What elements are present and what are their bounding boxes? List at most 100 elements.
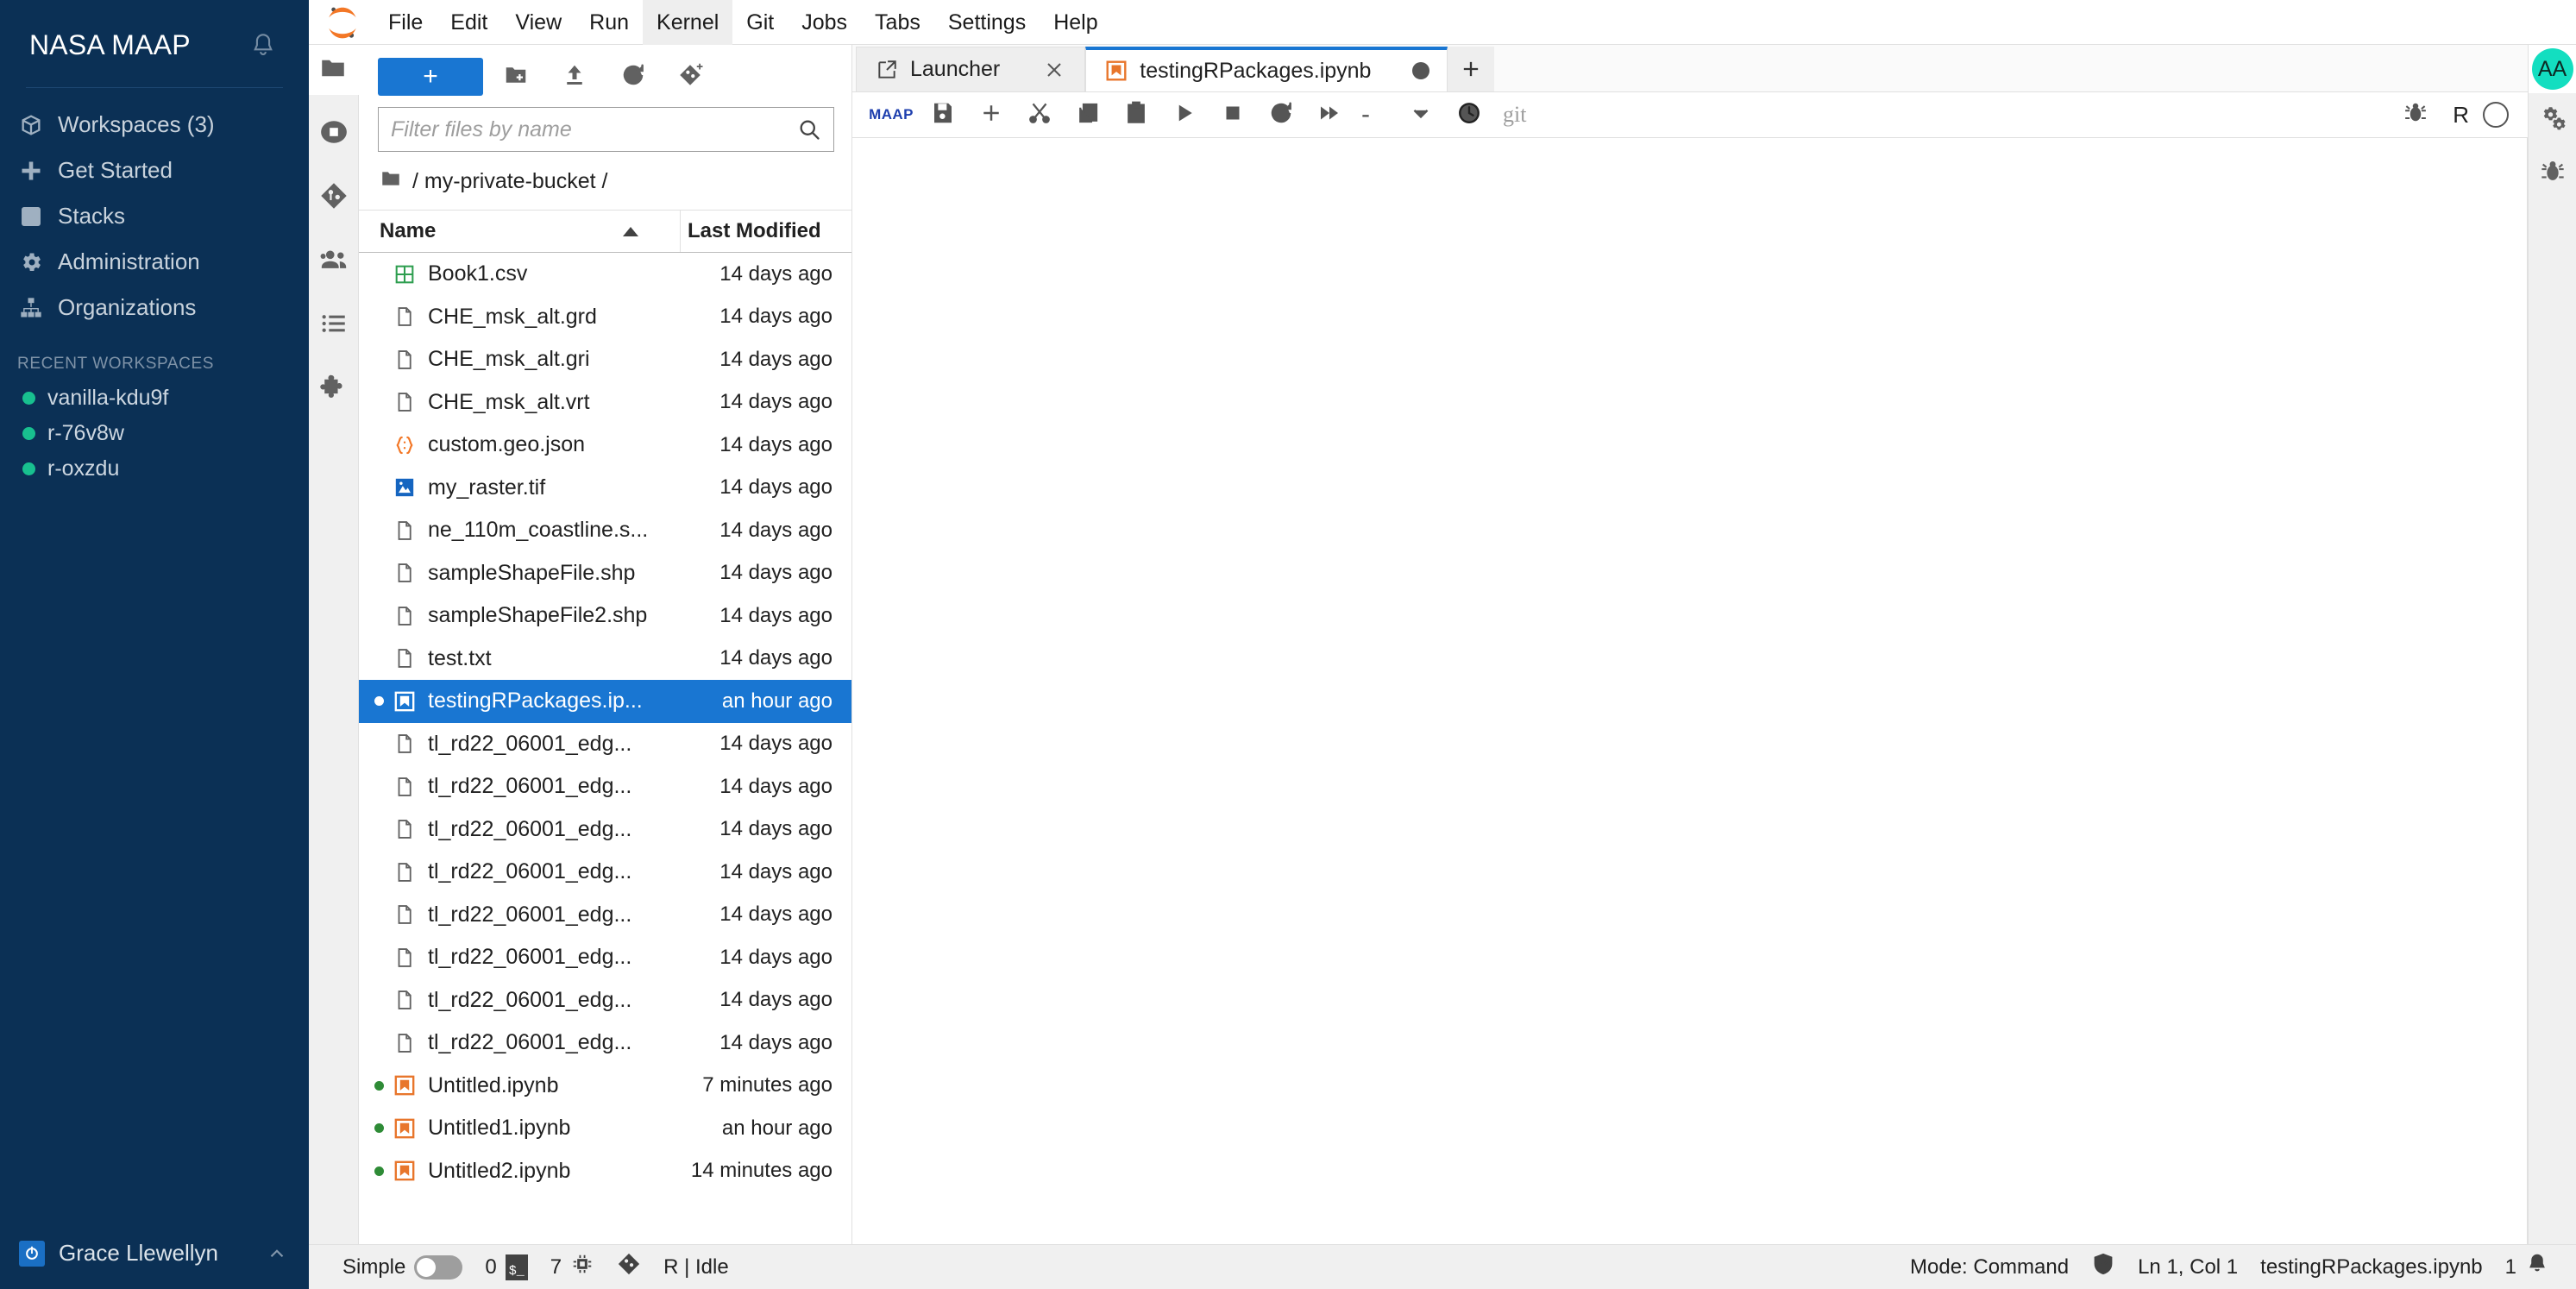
user-account-button[interactable]: Grace Llewellyn [0,1220,309,1289]
restart-and-run-all-button[interactable] [1306,94,1353,135]
file-row[interactable]: tl_rd22_06001_edg... 14 days ago [359,1022,851,1065]
menu-edit[interactable]: Edit [437,0,501,45]
recent-workspace-item[interactable]: r-oxzdu [0,451,309,487]
sidebar-tab-git[interactable] [309,173,359,223]
file-row[interactable]: tl_rd22_06001_edg... 14 days ago [359,723,851,766]
sidebar-item-workspaces[interactable]: Workspaces (3) [0,102,309,148]
kernel-name-label[interactable]: R [2444,102,2478,129]
fast-forward-icon [1316,100,1342,130]
file-row[interactable]: Untitled2.ipynb 14 minutes ago [359,1150,851,1193]
notebook-content-area[interactable] [852,138,2528,1244]
kernel-status-text[interactable]: R | Idle [652,1245,740,1289]
paste-cells-button[interactable] [1113,94,1159,135]
file-row[interactable]: ne_110m_coastline.s... 14 days ago [359,509,851,552]
restart-kernel-button[interactable] [1258,94,1304,135]
menu-run[interactable]: Run [575,0,643,45]
file-row[interactable]: CHE_msk_alt.vrt 14 days ago [359,381,851,424]
file-row[interactable]: tl_rd22_06001_edg... 14 days ago [359,851,851,894]
cell-type-dropdown-button[interactable] [1398,94,1444,135]
kernel-status-indicator[interactable] [2483,102,2509,128]
new-folder-button[interactable] [490,58,542,96]
file-row[interactable]: testingRPackages.ip... an hour ago [359,680,851,723]
trust-status[interactable] [2080,1245,2127,1289]
file-row[interactable]: custom.geo.json 14 days ago [359,424,851,467]
file-row[interactable]: sampleShapeFile2.shp 14 days ago [359,594,851,638]
sidebar-tab-table-of-contents[interactable] [309,300,359,350]
cursor-position-status[interactable]: Ln 1, Col 1 [2127,1245,2249,1289]
interrupt-kernel-button[interactable] [1209,94,1256,135]
file-row[interactable]: Untitled1.ipynb an hour ago [359,1107,851,1150]
menu-settings[interactable]: Settings [934,0,1040,45]
refresh-file-list-button[interactable] [607,58,659,96]
tab-launcher[interactable]: Launcher [856,47,1086,91]
notebook-mode-status[interactable]: Mode: Command [1899,1245,2080,1289]
notification-status[interactable]: 1 [2494,1245,2560,1289]
menu-help[interactable]: Help [1040,0,1111,45]
file-row[interactable]: tl_rd22_06001_edg... 14 days ago [359,765,851,808]
chevron-up-icon[interactable] [266,1242,288,1265]
file-name-status[interactable]: testingRPackages.ipynb [2249,1245,2493,1289]
sidebar-tab-collaboration[interactable] [309,236,359,286]
git-status[interactable] [606,1245,652,1289]
toggle-switch[interactable] [414,1254,463,1280]
column-header-name[interactable]: Name [359,211,681,252]
file-row[interactable]: Book1.csv 14 days ago [359,253,851,296]
file-list[interactable]: Book1.csv 14 days ago CHE_msk_alt.grd 14 da… [359,253,851,1244]
file-row[interactable]: tl_rd22_06001_edg... 14 days ago [359,936,851,979]
sidebar-item-organizations[interactable]: Organizations [0,285,309,330]
simple-interface-toggle[interactable]: Simple [331,1245,474,1289]
save-button[interactable] [920,94,966,135]
menu-jobs[interactable]: Jobs [788,0,861,45]
close-icon[interactable] [1041,57,1067,83]
menu-tabs[interactable]: Tabs [861,0,934,45]
cell-type-select[interactable]: - [1354,100,1377,129]
breadcrumb[interactable]: / my-private-bucket / [359,152,851,210]
menu-kernel[interactable]: Kernel [643,0,733,45]
avatar[interactable]: AA [2528,45,2576,93]
menu-view[interactable]: View [501,0,575,45]
file-row[interactable]: CHE_msk_alt.grd 14 days ago [359,296,851,339]
terminals-status[interactable]: 0 $_ [474,1245,538,1289]
sidebar-tab-extension-manager[interactable] [309,364,359,414]
search-icon[interactable] [797,117,833,141]
execution-history-button[interactable] [1446,94,1492,135]
filter-files-input[interactable] [379,116,797,142]
git-icon [617,1252,641,1282]
recent-workspace-item[interactable]: vanilla-kdu9f [0,380,309,416]
new-git-repo-button[interactable] [666,58,718,96]
file-row[interactable]: tl_rd22_06001_edg... 14 days ago [359,979,851,1022]
file-row[interactable]: Untitled.ipynb 7 minutes ago [359,1065,851,1108]
copy-cells-button[interactable] [1065,94,1111,135]
add-tab-button[interactable] [1448,47,1495,91]
file-row[interactable]: tl_rd22_06001_edg... 14 days ago [359,894,851,937]
menu-file[interactable]: File [374,0,437,45]
cut-cells-button[interactable] [1016,94,1063,135]
file-row[interactable]: my_raster.tif 14 days ago [359,467,851,510]
unsaved-changes-indicator[interactable] [1412,62,1430,79]
new-launcher-button[interactable]: + [378,58,483,96]
git-toolbar-label[interactable]: git [1494,94,1535,135]
tab-testingrpackages[interactable]: testingRPackages.ipynb [1085,47,1448,91]
file-row[interactable]: test.txt 14 days ago [359,638,851,681]
column-header-last-modified[interactable]: Last Modified [681,219,851,243]
sidebar-item-administration[interactable]: Administration [0,239,309,285]
sidebar-tab-debugger[interactable] [2529,147,2576,200]
sidebar-item-stacks[interactable]: Stacks [0,193,309,239]
notifications-bell-icon[interactable] [248,31,278,60]
sidebar-tab-running[interactable] [309,109,359,159]
file-row[interactable]: sampleShapeFile.shp 14 days ago [359,552,851,595]
maap-toolbar-label[interactable]: MAAP [864,94,918,135]
recent-workspace-item[interactable]: r-76v8w [0,416,309,451]
file-row[interactable]: CHE_msk_alt.gri 14 days ago [359,338,851,381]
breadcrumb-path[interactable]: / my-private-bucket / [412,169,607,194]
debug-toggle-button[interactable] [2392,94,2439,135]
sidebar-item-get-started[interactable]: Get Started [0,148,309,193]
run-cell-button[interactable] [1161,94,1208,135]
insert-cell-button[interactable] [968,94,1015,135]
file-row[interactable]: tl_rd22_06001_edg... 14 days ago [359,808,851,852]
menu-git[interactable]: Git [732,0,788,45]
kernels-status[interactable]: 7 [539,1245,606,1289]
sidebar-tab-file-browser[interactable] [308,45,359,95]
sidebar-tab-property-inspector[interactable] [2529,93,2576,147]
upload-files-button[interactable] [549,58,600,96]
